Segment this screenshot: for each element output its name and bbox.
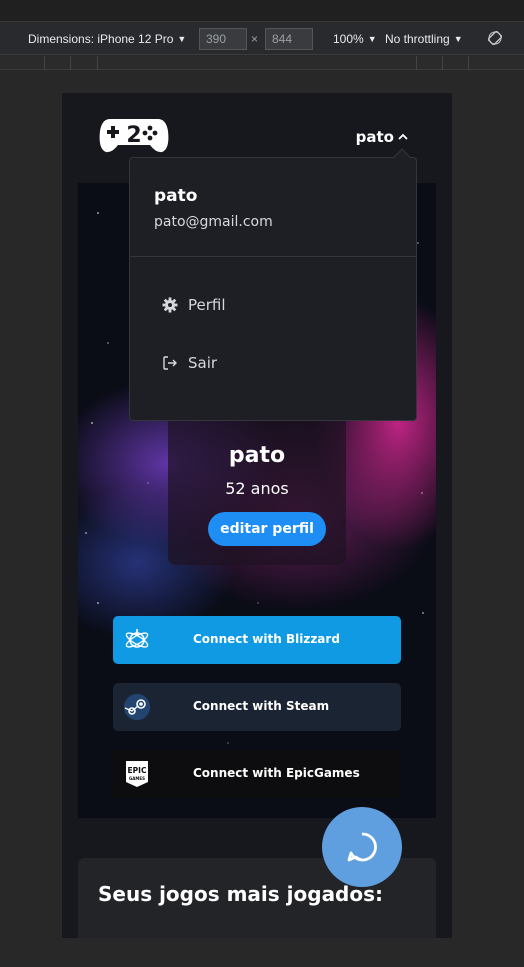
dropdown-user-name: pato [154,186,198,206]
svg-text:GAMES: GAMES [129,776,145,781]
chat-button[interactable] [322,807,402,887]
times-sign: × [251,32,259,46]
user-dropdown-menu: pato pato@gmail.com Perfil Sair [129,148,417,421]
connect-blizzard-button[interactable]: Connect with Blizzard [113,616,401,664]
user-menu-toggle[interactable]: pato [356,128,408,146]
devtools-media-ruler [0,56,524,70]
connect-blizzard-label: Connect with Blizzard [193,632,340,646]
steam-icon [124,694,150,720]
zoom-label: 100% [333,32,364,46]
connect-epicgames-label: Connect with EpicGames [193,766,360,780]
dropdown-divider [130,256,416,257]
throttling-label: No throttling [385,32,450,46]
epicgames-icon: EPIC GAMES [126,761,148,787]
dropdown-arrow [393,148,411,166]
svg-text:EPIC: EPIC [128,766,147,775]
most-played-title: Seus jogos mais jogados: [98,882,384,906]
edit-profile-button[interactable]: editar perfil [208,512,326,546]
connect-steam-label: Connect with Steam [193,699,330,713]
profile-card: pato 52 anos editar perfil [168,413,346,565]
logout-icon [163,356,177,370]
chat-bubble-icon [347,832,377,862]
device-height-input[interactable] [265,28,313,50]
dimensions-dropdown[interactable]: Dimensions: iPhone 12 Pro ▼ [28,32,186,46]
caret-down-icon: ▼ [177,34,187,44]
menu-item-perfil-label: Perfil [188,296,226,314]
devtools-top-bar [0,0,524,22]
device-width-input[interactable] [199,28,247,50]
gear-icon [162,297,178,313]
throttling-dropdown[interactable]: No throttling ▼ [385,32,463,46]
profile-name: pato [228,443,286,468]
caret-down-icon: ▼ [367,34,377,44]
profile-age: 52 anos [225,479,289,498]
dropdown-user-email: pato@gmail.com [154,214,273,230]
dimensions-label: Dimensions: iPhone 12 Pro [28,32,174,46]
chevron-up-icon [398,133,408,140]
blizzard-icon [125,629,149,648]
caret-down-icon: ▼ [453,34,463,44]
rotate-icon[interactable] [488,31,502,45]
svg-text:2: 2 [126,123,141,148]
devtools-device-toolbar: Dimensions: iPhone 12 Pro ▼ × 100% ▼ No … [0,23,524,55]
connect-epicgames-button[interactable]: EPIC GAMES Connect with EpicGames [113,750,401,798]
zoom-dropdown[interactable]: 100% ▼ [333,32,377,46]
gamepad-logo-icon[interactable]: 2 [98,115,170,155]
header-user-name: pato [355,128,394,146]
menu-item-sair[interactable]: Sair [162,354,217,372]
menu-item-perfil[interactable]: Perfil [162,296,226,314]
connect-steam-button[interactable]: Connect with Steam [113,683,401,731]
menu-item-sair-label: Sair [188,354,218,372]
mobile-viewport: 2 pato pato 52 anos editar perfil Connec… [62,93,452,938]
